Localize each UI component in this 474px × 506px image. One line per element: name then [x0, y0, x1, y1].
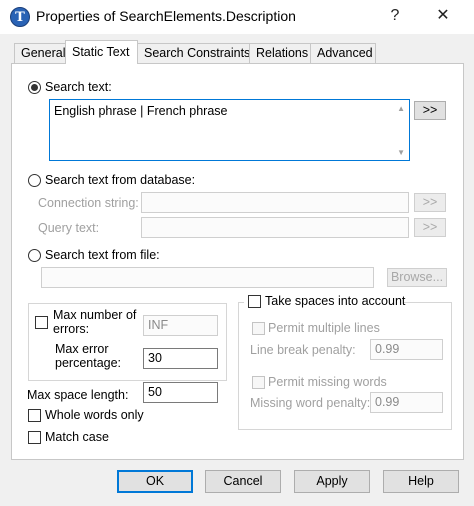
- permit-lines-checkbox[interactable]: [252, 322, 265, 335]
- tab-search-constraints[interactable]: Search Constraints: [137, 43, 250, 64]
- database-radio[interactable]: [28, 174, 41, 187]
- window-title: Properties of SearchElements.Description: [36, 8, 296, 24]
- max-error-pct-input[interactable]: 30: [143, 348, 218, 369]
- search-text-expand-button[interactable]: >>: [414, 101, 446, 120]
- tab-advanced[interactable]: Advanced: [310, 43, 376, 64]
- line-break-input[interactable]: 0.99: [370, 339, 443, 360]
- help-icon[interactable]: ?: [372, 0, 418, 34]
- permit-missing-checkbox[interactable]: [252, 376, 265, 389]
- missing-word-input[interactable]: 0.99: [370, 392, 443, 413]
- query-text-button[interactable]: >>: [414, 218, 446, 237]
- connection-string-input[interactable]: [141, 192, 409, 213]
- permit-missing-label: Permit missing words: [268, 375, 387, 389]
- cancel-button[interactable]: Cancel: [205, 470, 281, 493]
- file-radio[interactable]: [28, 249, 41, 262]
- max-errors-input[interactable]: INF: [143, 315, 218, 336]
- search-text-input[interactable]: English phrase | French phrase ▲ ▼: [49, 99, 410, 161]
- max-error-pct-label-1: Max error: [55, 342, 109, 356]
- tab-static-text[interactable]: Static Text: [65, 40, 138, 64]
- line-break-label: Line break penalty:: [250, 343, 356, 357]
- apply-button[interactable]: Apply: [294, 470, 370, 493]
- search-text-label: Search text:: [45, 80, 112, 94]
- max-errors-label-2: errors:: [53, 322, 90, 336]
- whole-words-label: Whole words only: [45, 408, 144, 422]
- max-error-pct-label-2: percentage:: [55, 356, 122, 370]
- database-label: Search text from database:: [45, 173, 196, 187]
- max-errors-label-1: Max number of: [53, 308, 137, 322]
- help-button[interactable]: Help: [383, 470, 459, 493]
- browse-button[interactable]: Browse...: [387, 268, 447, 287]
- tab-general[interactable]: General: [14, 43, 66, 64]
- max-space-input[interactable]: 50: [143, 382, 218, 403]
- query-text-input[interactable]: [141, 217, 409, 238]
- tab-relations[interactable]: Relations: [249, 43, 311, 64]
- connection-string-button[interactable]: >>: [414, 193, 446, 212]
- scroll-down-icon[interactable]: ▼: [397, 148, 405, 157]
- search-text-radio[interactable]: [28, 81, 41, 94]
- close-icon[interactable]: ✕: [420, 0, 466, 34]
- search-text-value: English phrase | French phrase: [54, 104, 228, 118]
- missing-word-label: Missing word penalty:: [250, 396, 371, 410]
- query-text-label: Query text:: [38, 221, 100, 235]
- take-spaces-label: Take spaces into account: [265, 294, 406, 308]
- match-case-label: Match case: [45, 430, 109, 444]
- connection-string-label: Connection string:: [38, 196, 139, 210]
- max-errors-checkbox[interactable]: [35, 316, 48, 329]
- file-path-input[interactable]: [41, 267, 374, 288]
- ok-button[interactable]: OK: [117, 470, 193, 493]
- whole-words-checkbox[interactable]: [28, 409, 41, 422]
- app-logo-icon: T: [10, 7, 30, 27]
- take-spaces-checkbox[interactable]: [248, 295, 261, 308]
- permit-lines-label: Permit multiple lines: [268, 321, 380, 335]
- match-case-checkbox[interactable]: [28, 431, 41, 444]
- max-space-label: Max space length:: [27, 388, 129, 402]
- scroll-up-icon[interactable]: ▲: [397, 104, 405, 113]
- file-label: Search text from file:: [45, 248, 160, 262]
